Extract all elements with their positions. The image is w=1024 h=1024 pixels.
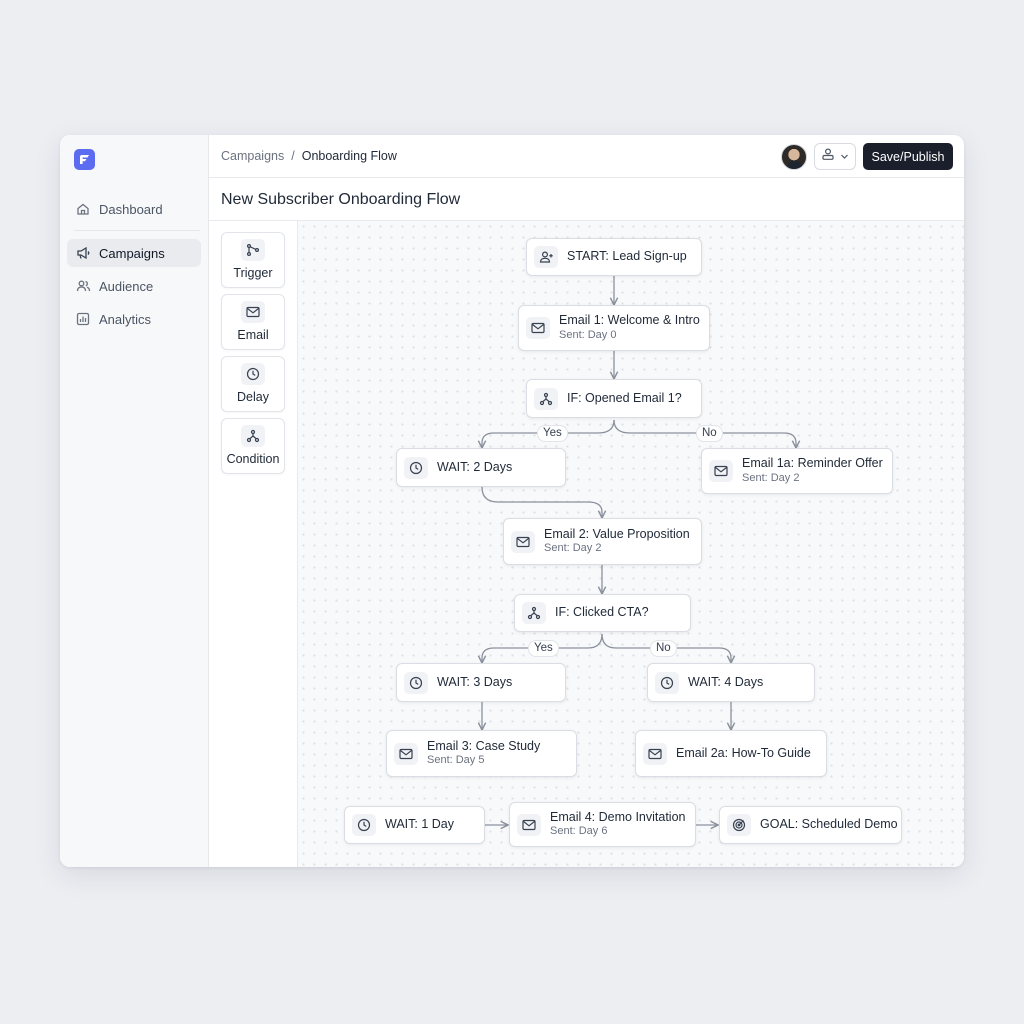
branch-icon (534, 387, 558, 410)
users-icon (75, 278, 91, 294)
sidebar-item-label: Dashboard (99, 201, 163, 217)
flow-node-goal[interactable]: GOAL: Scheduled Demo (719, 806, 902, 844)
mail-icon (526, 317, 550, 339)
sidebar-item-campaigns[interactable]: Campaigns (67, 239, 201, 267)
sidebar-item-label: Audience (99, 278, 154, 294)
bar-chart-icon (75, 311, 91, 327)
save-publish-button[interactable]: Save/Publish (863, 143, 953, 170)
sidebar-item-dashboard[interactable]: Dashboard (67, 195, 201, 223)
breadcrumb-current: Onboarding Flow (301, 149, 397, 163)
flow-node-wait-4-days[interactable]: WAIT: 4 Days (647, 663, 815, 702)
breadcrumb-separator: / (291, 149, 295, 163)
flow-node-email-1[interactable]: Email 1: Welcome & Intro Sent: Day 0 (518, 305, 710, 351)
flow-node-email-2[interactable]: Email 2: Value Proposition Sent: Day 2 (503, 518, 702, 565)
flow-canvas[interactable]: Yes No Yes No START: Lead Sign-up Email … (298, 221, 964, 867)
home-icon (75, 201, 91, 217)
flow-node-if-clicked[interactable]: IF: Clicked CTA? (514, 594, 691, 632)
node-title: Email 1: Welcome & Intro (559, 313, 700, 328)
clock-icon (404, 456, 428, 479)
palette-item-condition[interactable]: Condition (221, 418, 285, 474)
mail-icon (241, 301, 265, 323)
flow-node-email-2a[interactable]: Email 2a: How-To Guide (635, 730, 827, 777)
sidebar-item-analytics[interactable]: Analytics (67, 305, 201, 333)
app-logo[interactable] (74, 149, 95, 170)
palette-item-label: Trigger (233, 266, 273, 280)
node-title: Email 2: Value Proposition (544, 526, 690, 541)
node-title: WAIT: 4 Days (688, 674, 764, 689)
sidebar-divider (74, 230, 200, 231)
page-title: New Subscriber Onboarding Flow (221, 191, 461, 208)
user-icon (821, 147, 835, 166)
flow-node-wait-3-days[interactable]: WAIT: 3 Days (396, 663, 566, 702)
mail-icon (709, 460, 733, 482)
clock-icon (241, 363, 265, 385)
megaphone-icon (75, 245, 91, 261)
node-subtitle: Sent: Day 6 (550, 825, 608, 838)
user-plus-icon (534, 246, 558, 268)
branch-icon (241, 425, 265, 447)
palette-item-email[interactable]: Email (221, 294, 285, 350)
node-title: Email 1a: Reminder Offer (742, 456, 883, 471)
app-window: Dashboard Campaigns Audience Analytics C… (60, 135, 964, 867)
flow-node-email-4[interactable]: Email 4: Demo Invitation Sent: Day 6 (509, 802, 696, 847)
node-title: IF: Opened Email 1? (567, 390, 682, 405)
mail-icon (643, 742, 667, 765)
branch-icon (522, 602, 546, 624)
node-subtitle: Sent: Day 0 (559, 328, 617, 341)
node-title: GOAL: Scheduled Demo (760, 817, 898, 832)
mail-icon (511, 530, 535, 553)
clock-icon (352, 814, 376, 836)
node-title: Email 2a: How-To Guide (676, 745, 811, 760)
node-title: START: Lead Sign-up (567, 249, 687, 264)
palette-item-label: Delay (237, 390, 269, 404)
flow-node-email-1a[interactable]: Email 1a: Reminder Offer Sent: Day 2 (701, 448, 893, 494)
edge-label-no: No (650, 640, 677, 657)
node-title: WAIT: 2 Days (437, 459, 513, 474)
mail-icon (394, 742, 418, 765)
node-title: WAIT: 3 Days (437, 674, 513, 689)
user-menu-button[interactable] (814, 143, 856, 170)
node-subtitle: Sent: Day 2 (742, 471, 800, 484)
trigger-icon (241, 239, 265, 261)
node-title: Email 3: Case Study (427, 738, 541, 753)
clock-icon (655, 671, 679, 694)
node-title: IF: Clicked CTA? (555, 605, 649, 620)
edge-label-yes: Yes (537, 425, 568, 442)
node-palette: Trigger Email Delay Condition (209, 221, 298, 867)
edge-label-yes: Yes (528, 640, 559, 657)
mail-icon (517, 813, 541, 836)
flow-node-if-opened[interactable]: IF: Opened Email 1? (526, 379, 702, 418)
node-title: Email 4: Demo Invitation (550, 809, 686, 824)
node-subtitle: Sent: Day 5 (427, 754, 485, 767)
sidebar-item-label: Analytics (99, 311, 152, 327)
target-icon (727, 814, 751, 836)
chevron-down-icon (840, 148, 849, 166)
title-bar: New Subscriber Onboarding Flow (209, 178, 964, 221)
sidebar: Dashboard Campaigns Audience Analytics (60, 135, 209, 867)
flow-node-email-3[interactable]: Email 3: Case Study Sent: Day 5 (386, 730, 577, 777)
flow-node-wait-1-day[interactable]: WAIT: 1 Day (344, 806, 485, 844)
palette-item-delay[interactable]: Delay (221, 356, 285, 412)
node-subtitle: Sent: Day 2 (544, 542, 602, 555)
palette-item-label: Condition (226, 452, 280, 466)
node-title: WAIT: 1 Day (385, 817, 454, 832)
sidebar-item-label: Campaigns (99, 245, 165, 261)
clock-icon (404, 671, 428, 694)
breadcrumb-parent[interactable]: Campaigns (221, 149, 284, 163)
sidebar-item-audience[interactable]: Audience (67, 272, 201, 300)
avatar[interactable] (781, 144, 807, 170)
palette-item-label: Email (237, 328, 269, 342)
flow-node-start[interactable]: START: Lead Sign-up (526, 238, 702, 276)
flow-node-wait-2-days[interactable]: WAIT: 2 Days (396, 448, 566, 487)
top-bar: Campaigns / Onboarding Flow Save/Publish (209, 135, 964, 178)
edge-label-no: No (696, 425, 723, 442)
palette-item-trigger[interactable]: Trigger (221, 232, 285, 288)
breadcrumb: Campaigns / Onboarding Flow (221, 149, 397, 163)
